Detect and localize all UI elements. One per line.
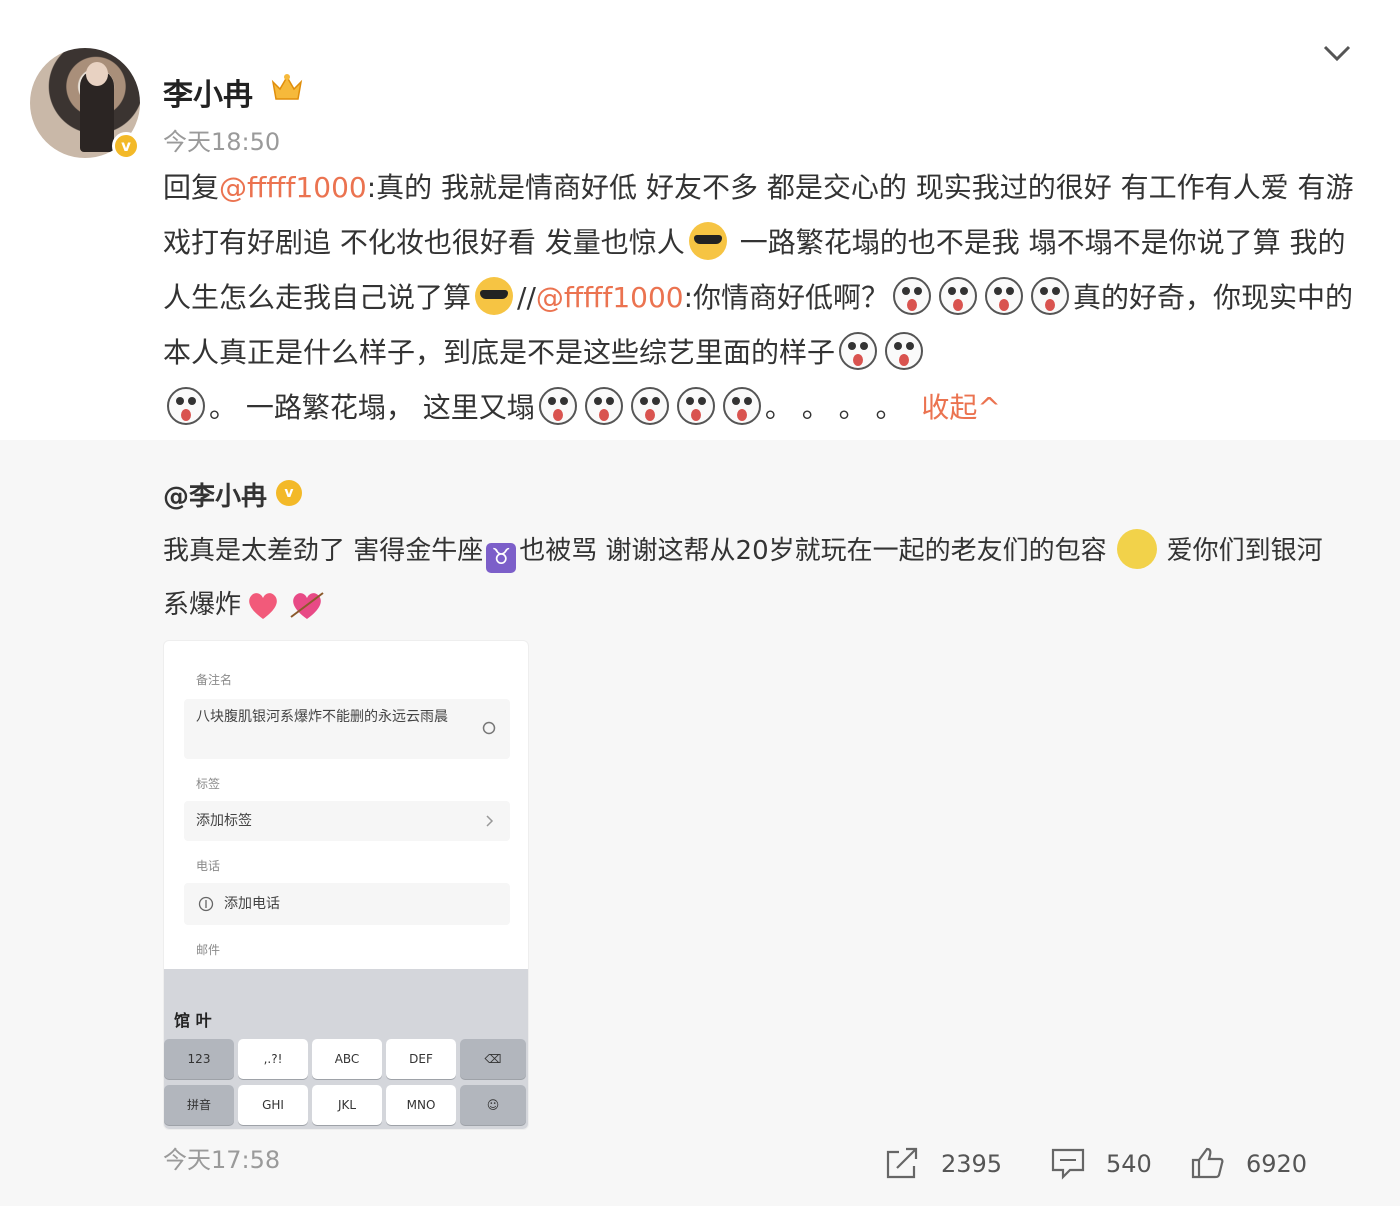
key: MNO xyxy=(386,1085,456,1125)
username[interactable]: 李小冉 xyxy=(163,70,253,114)
emoji-key-icon: ☺ xyxy=(460,1085,526,1125)
taurus-icon: ♉ xyxy=(486,543,517,573)
image-label-tag: 标签 xyxy=(196,777,221,791)
content-text: // xyxy=(517,281,536,314)
shock-emoji-icon xyxy=(1031,277,1070,315)
key: JKL xyxy=(312,1085,382,1125)
add-icon xyxy=(198,896,214,912)
heart-icon xyxy=(249,593,277,619)
key: DEF xyxy=(386,1039,456,1079)
share-icon xyxy=(886,1147,918,1179)
avatar-face xyxy=(86,62,108,86)
quoted-text-part: 也被骂 谢谢这帮从20岁就玩在一起的老友们的包容 xyxy=(519,536,1107,566)
delete-key-icon: ⌫ xyxy=(460,1039,526,1079)
chevron-down-icon[interactable] xyxy=(1322,42,1352,64)
quoted-username[interactable]: @李小冉 xyxy=(163,476,267,513)
hug-emoji-icon xyxy=(1116,529,1157,569)
shock-emoji-icon xyxy=(885,332,924,370)
key: GHI xyxy=(238,1085,308,1125)
content-text: :你情商好低啊？ xyxy=(683,281,890,314)
post-time: 今天18:50 xyxy=(163,128,281,156)
image-tag-field: 添加标签 xyxy=(184,801,510,841)
sunglasses-emoji-icon xyxy=(688,222,727,260)
shock-emoji-icon xyxy=(584,387,623,425)
keyboard: 馆 叶 123 ,.?! ABC DEF ⌫ 拼音 GHI JKL MNO ☺ xyxy=(164,969,528,1129)
sunglasses-emoji-icon xyxy=(475,277,514,315)
keyboard-candidates: 馆 叶 xyxy=(174,1011,212,1030)
attached-image[interactable]: 备注名 八块腹肌银河系爆炸不能删的永远云雨晨 标签 添加标签 电话 添加电话 邮… xyxy=(163,640,529,1130)
quoted-post[interactable]: @李小冉 v 我真是太差劲了 害得金牛座 ♉ 也被骂 谢谢这帮从20岁就玩在一起的老… xyxy=(0,440,1400,1206)
thumbs-up-icon xyxy=(1191,1147,1224,1179)
shock-emoji-icon xyxy=(676,387,715,425)
shock-emoji-icon xyxy=(839,332,878,370)
repost-count: 2395 xyxy=(941,1150,1003,1178)
shock-emoji-icon xyxy=(722,387,761,425)
shock-emoji-icon xyxy=(985,277,1024,315)
key: ,.?! xyxy=(238,1039,308,1079)
shock-emoji-icon xyxy=(630,387,669,425)
like-count: 6920 xyxy=(1246,1150,1308,1178)
comment-count: 540 xyxy=(1106,1150,1152,1178)
image-label-email: 邮件 xyxy=(196,943,221,957)
image-note-value: 八块腹肌银河系爆炸不能删的永远云雨晨 xyxy=(196,709,448,725)
verified-badge-icon: v xyxy=(276,480,302,506)
chevron-right-icon xyxy=(486,815,494,827)
comment-icon xyxy=(1051,1148,1085,1180)
collapse-link[interactable]: 收起^ xyxy=(921,391,1000,424)
verified-badge-icon: v xyxy=(112,132,140,160)
content-text: 。 。 。 。 xyxy=(764,391,904,424)
shock-emoji-icon xyxy=(167,387,205,425)
weibo-post: v 李小冉 今天18:50 回复@fffff1000:真的 我就是情商好低 好友… xyxy=(0,0,1400,440)
crown-icon xyxy=(271,74,303,100)
quoted-time: 今天17:58 xyxy=(163,1146,281,1174)
clear-icon xyxy=(482,721,496,735)
image-tag-value: 添加标签 xyxy=(196,813,252,829)
quoted-text: 我真是太差劲了 害得金牛座 ♉ 也被骂 谢谢这帮从20岁就玩在一起的老友们的包容 爱你… xyxy=(163,524,1323,632)
image-note-field: 八块腹肌银河系爆炸不能删的永远云雨晨 xyxy=(184,699,510,759)
image-phone-value: 添加电话 xyxy=(224,896,280,912)
key: 拼音 xyxy=(164,1085,234,1125)
shock-emoji-icon xyxy=(939,277,978,315)
reply-prefix: 回复 xyxy=(163,171,220,204)
post-content: 回复@fffff1000:真的 我就是情商好低 好友不多 都是交心的 现实我过的… xyxy=(163,160,1363,435)
image-label-note: 备注名 xyxy=(196,673,233,687)
mention-link[interactable]: @fffff1000 xyxy=(219,171,367,204)
heart-arrow-icon xyxy=(290,592,324,619)
content-text: 。 一路繁花塌， 这里又塌 xyxy=(209,391,535,424)
shock-emoji-icon xyxy=(893,277,932,315)
quoted-text-part: 我真是太差劲了 害得金牛座 xyxy=(163,536,484,566)
shock-emoji-icon xyxy=(538,387,577,425)
image-phone-field: 添加电话 xyxy=(184,883,510,925)
key: ABC xyxy=(312,1039,382,1079)
mention-link[interactable]: @fffff1000 xyxy=(536,281,684,314)
image-label-phone: 电话 xyxy=(196,859,221,873)
key: 123 xyxy=(164,1039,234,1079)
